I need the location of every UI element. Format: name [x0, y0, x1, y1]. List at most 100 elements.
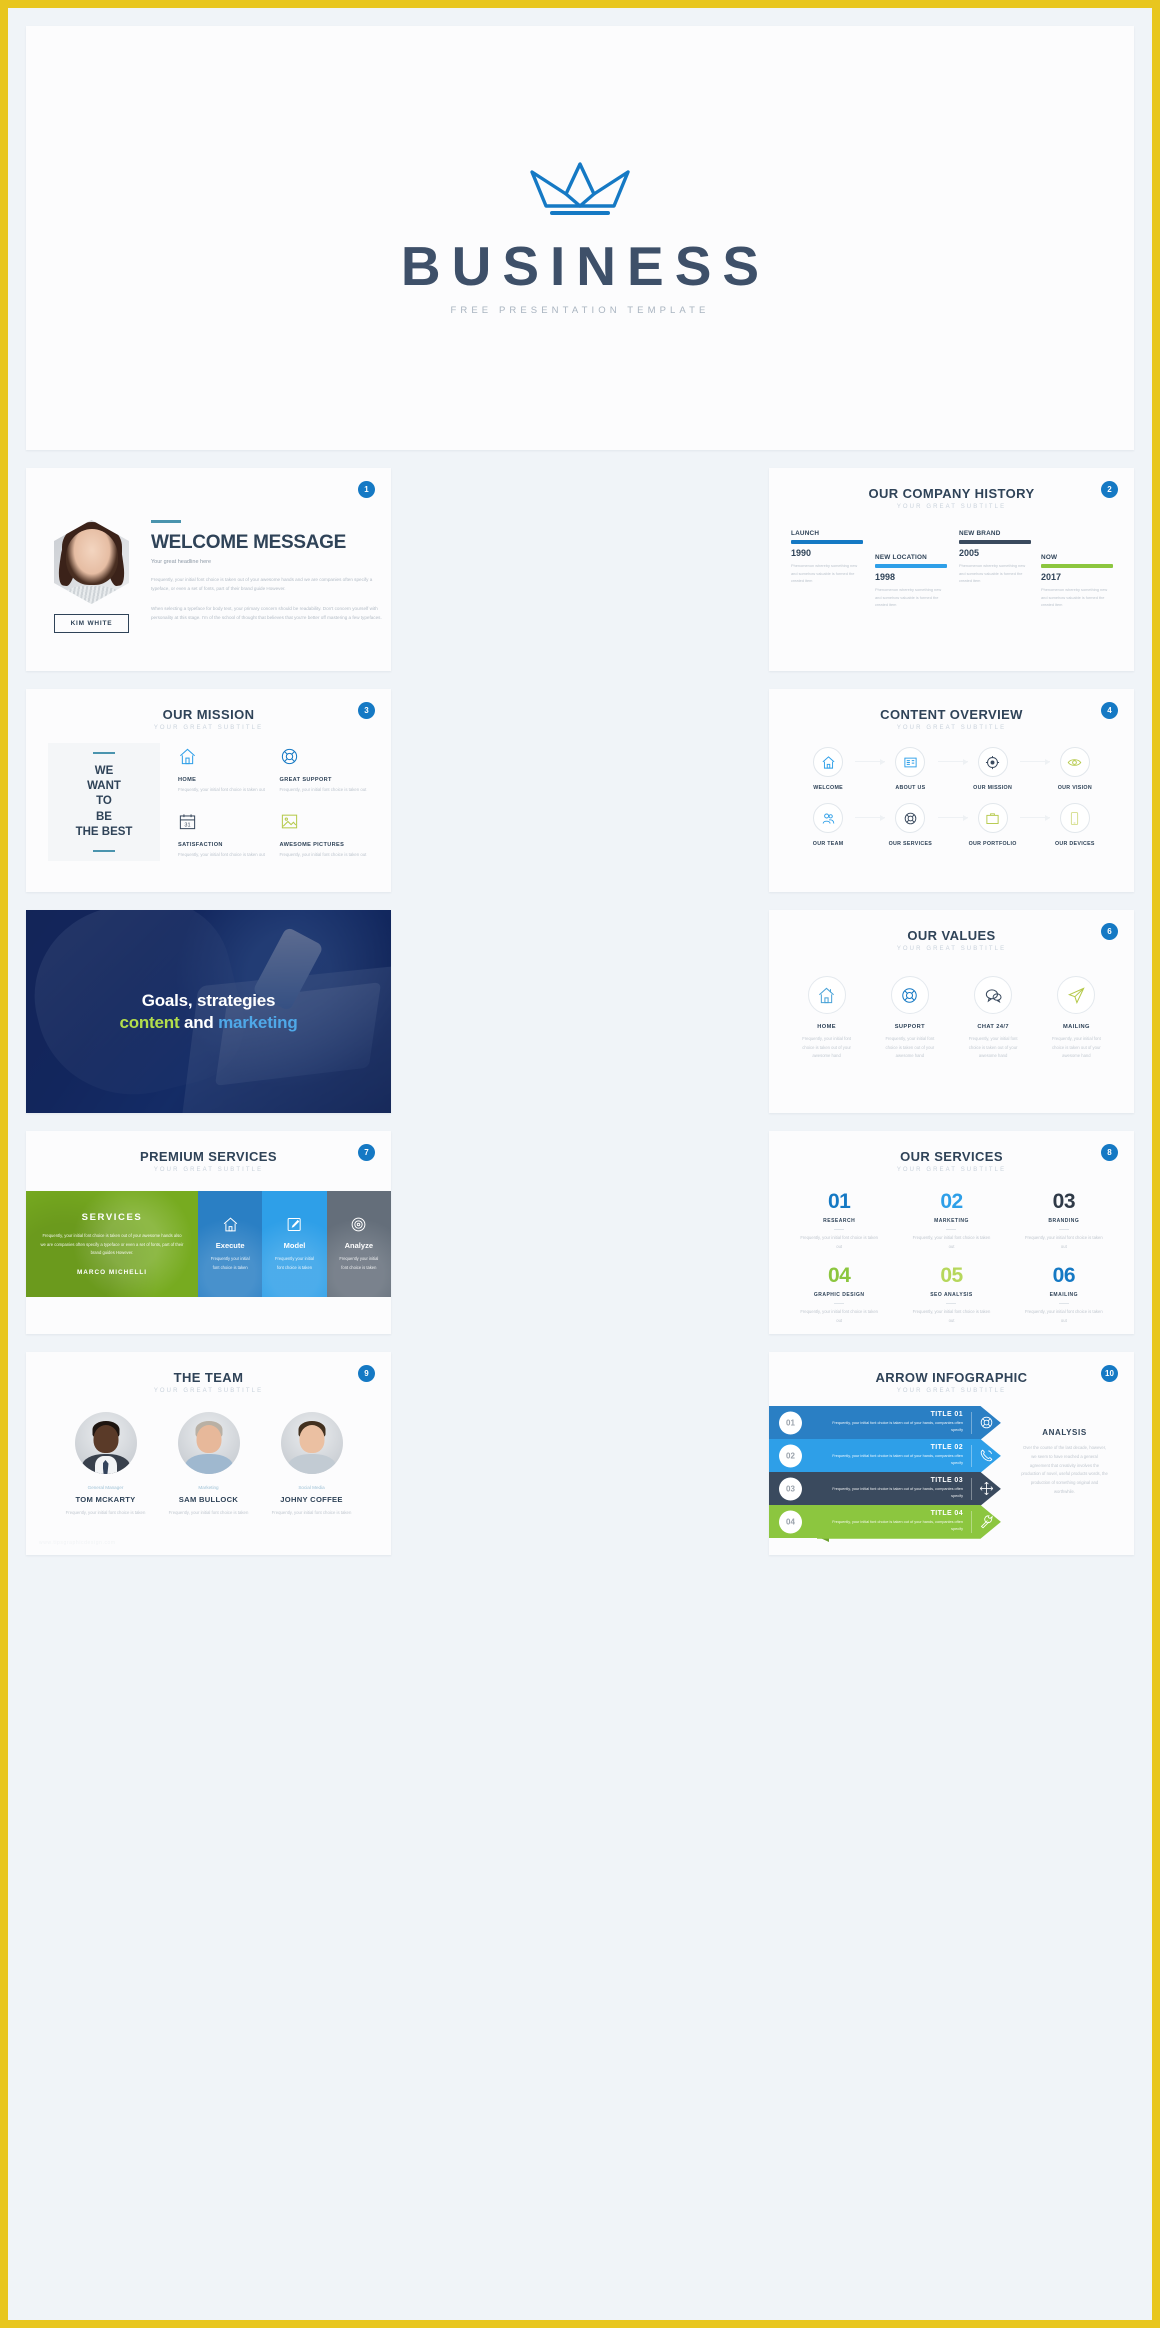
svg-text:31: 31 [184, 822, 190, 828]
milestone-bar [1041, 564, 1113, 568]
overview-label: WELCOME [813, 785, 843, 791]
service-number: 04 [827, 1264, 851, 1288]
goals-word-and: and [179, 1012, 219, 1032]
feature-text: Frequently, your initial font choice is … [279, 852, 367, 857]
milestone-label: NEW BRAND [959, 530, 1001, 537]
timeline-milestone: LAUNCH 1990 Phenomenon whereby something… [791, 530, 863, 585]
timeline-milestone: NEW BRAND 2005 Phenomenon whereby someth… [959, 530, 1031, 585]
feature-item[interactable]: AWESOME PICTURES Frequently, your initia… [280, 812, 370, 861]
feature-item[interactable]: 31 SATISFACTION Frequently, your initial… [178, 812, 268, 861]
slide-arrow-infographic[interactable]: 10 ARROW INFOGRAPHIC YOUR GREAT SUBTITLE… [769, 1352, 1134, 1555]
slide-number-badge: 9 [358, 1365, 375, 1382]
milestone-text: Phenomenon whereby something new and som… [791, 563, 858, 584]
value-item-mailing[interactable]: MAILING Frequently, your initial font ch… [1035, 976, 1118, 1061]
service-text: Frequently, your initial font choice is … [800, 1235, 878, 1249]
overview-item-our-mission[interactable]: OUR MISSION [952, 747, 1050, 791]
milestone-bar [959, 540, 1031, 544]
mission-statement: WE WANT TO BE THE BEST [75, 765, 133, 838]
overview-item-our-devices[interactable]: OUR DEVICES [1034, 803, 1116, 847]
calendar-icon: 31 [179, 814, 196, 830]
service-item[interactable]: 04 GRAPHIC DESIGN Frequently, your initi… [783, 1265, 895, 1325]
step-number: 03 [779, 1477, 802, 1500]
home-icon [180, 748, 195, 765]
slide-title: PREMIUM SERVICES [140, 1149, 277, 1164]
value-item-chat[interactable]: CHAT 24/7 Frequently, your initial font … [952, 976, 1035, 1061]
slide-number-badge: 7 [358, 1144, 375, 1161]
slide-title: WELCOME MESSAGE [151, 531, 347, 553]
arrow-title: TITLE 04 [930, 1509, 963, 1517]
arrow-text: Frequently, your initial font choice is … [832, 1486, 963, 1498]
slide-company-history[interactable]: 2 OUR COMPANY HISTORY YOUR GREAT SUBTITL… [769, 468, 1134, 671]
value-item-home[interactable]: HOME Frequently, your initial font choic… [785, 976, 868, 1061]
slide-premium-services[interactable]: 7 PREMIUM SERVICES YOUR GREAT SUBTITLE S… [26, 1131, 391, 1334]
overview-item-our-portfolio[interactable]: OUR PORTFOLIO [952, 803, 1050, 847]
member-name: JOHNY COFFEE [280, 1495, 343, 1504]
hero-slide[interactable]: BUSINESS FREE PRESENTATION TEMPLATE [26, 26, 1134, 450]
slide-content-overview[interactable]: 4 CONTENT OVERVIEW YOUR GREAT SUBTITLE W… [769, 689, 1134, 892]
value-label: MAILING [1062, 1024, 1090, 1030]
feature-label: GREAT SUPPORT [279, 777, 332, 783]
slide-title: OUR COMPANY HISTORY [868, 486, 1035, 501]
lifebuoy-icon [980, 1416, 993, 1429]
eye-icon [1068, 758, 1082, 766]
overview-item-welcome[interactable]: WELCOME [787, 747, 886, 791]
arrow-infographic: 01 TITLE 01 Frequently, your initial fon… [769, 1394, 1134, 1542]
service-label: SEO ANALYSIS [930, 1292, 973, 1299]
service-column-analyze[interactable]: Analyze Frequently your initial font cho… [326, 1191, 391, 1297]
slide-our-services[interactable]: 8 OUR SERVICES YOUR GREAT SUBTITLE 01 RE… [769, 1131, 1134, 1334]
service-number: 05 [940, 1264, 963, 1288]
services-grid: 01 RESEARCH Frequently, your initial fon… [769, 1173, 1134, 1325]
service-text: Frequently your initial font choice is t… [210, 1256, 250, 1270]
arrow-row[interactable]: 04 TITLE 04 Frequently, your initial fon… [769, 1505, 1001, 1542]
service-item[interactable]: 03 BRANDING Frequently, your initial fon… [1008, 1191, 1120, 1251]
value-text: Frequently, your initial font choice is … [1051, 1036, 1101, 1059]
arrow-row[interactable]: 03 TITLE 03 Frequently, your initial fon… [769, 1472, 1001, 1509]
slide-welcome-message[interactable]: 1 KIM WHITE WELCOME MESSAGE Your great h… [26, 468, 391, 671]
service-item[interactable]: 01 RESEARCH Frequently, your initial fon… [783, 1191, 895, 1251]
service-column-execute[interactable]: Execute Frequently your initial font cho… [198, 1191, 263, 1297]
overview-item-our-team[interactable]: OUR TEAM [787, 803, 886, 847]
slide-our-mission[interactable]: 3 OUR MISSION YOUR GREAT SUBTITLE WE WAN… [26, 689, 391, 892]
body-paragraph: Frequently, your initial font choice is … [151, 576, 373, 592]
service-item[interactable]: 06 EMAILING Frequently, your initial fon… [1008, 1265, 1120, 1325]
feature-text: Frequently, your initial font choice is … [178, 852, 265, 857]
slide-our-values[interactable]: 6 OUR VALUES YOUR GREAT SUBTITLE HOME Fr… [769, 910, 1134, 1113]
service-column-model[interactable]: Model Frequently your initial font choic… [262, 1191, 327, 1297]
slide-headline: Your great headline here [151, 558, 212, 565]
value-text: Frequently, your initial font choice is … [968, 1036, 1018, 1059]
timeline: LAUNCH 1990 Phenomenon whereby something… [791, 526, 1113, 636]
divider [93, 849, 115, 852]
service-label: MARKETING [934, 1218, 969, 1224]
team-member[interactable]: General Manager TOM MCKARTY Frequently, … [54, 1412, 157, 1518]
slide-goals-strategies[interactable]: Goals, strategies content and marketing [26, 910, 391, 1113]
move-icon [979, 1481, 994, 1496]
slide-number-badge: 6 [1101, 923, 1118, 940]
service-item[interactable]: 02 MARKETING Frequently, your initial fo… [895, 1191, 1007, 1251]
service-item[interactable]: 05 SEO ANALYSIS Frequently, your initial… [895, 1265, 1007, 1325]
services-panel[interactable]: SERVICES Frequently, your initial font c… [26, 1191, 198, 1297]
avatar [177, 1412, 240, 1474]
member-role: Marketing [198, 1485, 219, 1490]
services-author: MARCO MICHELLI [76, 1268, 148, 1276]
feature-item[interactable]: GREAT SUPPORT Frequently, your initial f… [280, 747, 370, 796]
arrow-row[interactable]: 01 TITLE 01 Frequently, your initial fon… [769, 1406, 1001, 1443]
milestone-year: 1990 [791, 548, 812, 558]
overview-item-our-services[interactable]: OUR SERVICES [869, 803, 968, 847]
timeline-milestone: NOW 2017 Phenomenon whereby something ne… [1041, 554, 1113, 609]
slides-grid: 1 KIM WHITE WELCOME MESSAGE Your great h… [26, 468, 1134, 1555]
team-member[interactable]: Social Media JOHNY COFFEE Frequently, yo… [260, 1412, 363, 1518]
feature-text: Frequently, your initial font choice is … [279, 787, 367, 792]
slide-the-team[interactable]: 9 THE TEAM YOUR GREAT SUBTITLE General M… [26, 1352, 391, 1555]
feature-item[interactable]: HOME Frequently, your initial font choic… [178, 747, 268, 796]
overview-item-about-us[interactable]: ABOUT US [869, 747, 968, 791]
watermark: www.tipsgraphicdesign.com [39, 1540, 116, 1546]
arrow-title: TITLE 02 [930, 1443, 963, 1451]
avatar: KIM WHITE [54, 520, 129, 633]
service-label: GRAPHIC DESIGN [813, 1292, 865, 1299]
team-member[interactable]: Marketing SAM BULLOCK Frequently, your i… [157, 1412, 260, 1518]
arrow-row[interactable]: 02 TITLE 02 Frequently, your initial fon… [769, 1439, 1001, 1476]
service-label: BRANDING [1048, 1218, 1080, 1224]
overview-item-our-vision[interactable]: OUR VISION [1034, 747, 1116, 791]
value-item-support[interactable]: SUPPORT Frequently, your initial font ch… [868, 976, 951, 1061]
divider [946, 1303, 957, 1305]
